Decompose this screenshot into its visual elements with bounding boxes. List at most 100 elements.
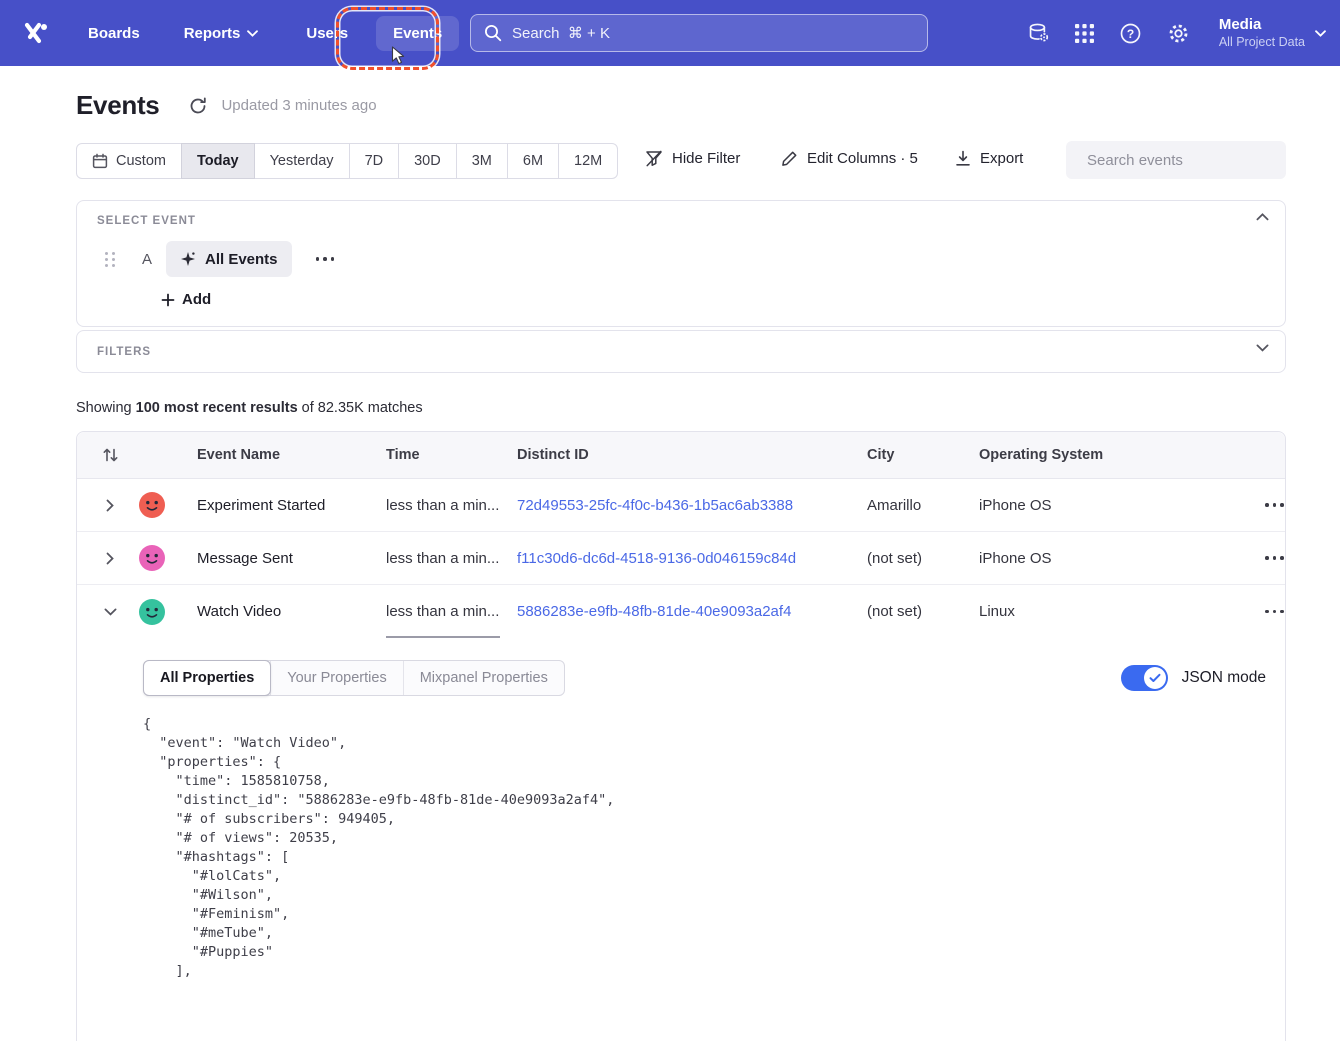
search-events-input[interactable] (1087, 152, 1286, 169)
date-range-6m[interactable]: 6M (507, 143, 559, 179)
col-event-name: Event Name (197, 447, 386, 463)
edit-columns-label: Edit Columns · 5 (807, 150, 918, 167)
date-range-7d[interactable]: 7D (349, 143, 400, 179)
download-icon (955, 150, 971, 167)
event-sparkle-icon (180, 251, 196, 267)
cell-distinct-id-link[interactable]: f11c30d6-dc6d-4518-9136-0d046159c84d (517, 550, 867, 567)
event-json-code: { "event": "Watch Video", "properties": … (143, 715, 1285, 981)
toggle-knob-icon (1144, 667, 1166, 689)
collapse-row-icon[interactable] (104, 608, 117, 616)
date-range-custom[interactable]: Custom (76, 143, 182, 179)
table-row[interactable]: Message Sent less than a min... f11c30d6… (77, 532, 1285, 585)
svg-text:?: ? (1127, 26, 1134, 40)
global-search-input[interactable] (512, 25, 914, 42)
event-avatar (139, 492, 165, 518)
col-distinct-id: Distinct ID (517, 447, 867, 463)
results-count: 100 most recent results (136, 400, 298, 416)
hide-filter-button[interactable]: Hide Filter (645, 150, 740, 167)
cell-time: less than a min... (386, 603, 517, 620)
global-search (470, 14, 928, 52)
row-more-icon[interactable] (1259, 604, 1290, 620)
export-label: Export (980, 150, 1023, 167)
chevron-down-icon (1315, 30, 1326, 37)
expand-section-icon[interactable] (1256, 344, 1269, 352)
cell-event-name: Watch Video (197, 603, 386, 620)
data-management-icon[interactable] (1027, 22, 1050, 45)
collapse-section-icon[interactable] (1256, 213, 1269, 221)
calendar-icon (92, 153, 108, 169)
json-mode-control: JSON mode (1121, 665, 1266, 691)
project-name: Media (1219, 16, 1305, 35)
select-event-label: SELECT EVENT (97, 215, 196, 227)
table-row[interactable]: Experiment Started less than a min... 72… (77, 479, 1285, 532)
mixpanel-logo-icon[interactable] (22, 19, 50, 47)
filters-card: FILTERS (76, 330, 1286, 373)
project-switcher[interactable]: Media All Project Data (1219, 16, 1326, 50)
date-range-group: Custom Today Yesterday 7D 30D 3M 6M 12M (76, 143, 618, 179)
col-os: Operating System (979, 447, 1193, 463)
filter-funnel-icon (645, 150, 663, 167)
pencil-icon (781, 150, 798, 167)
cell-distinct-id-link[interactable]: 72d49553-25fc-4f0c-b436-1b5ac6ab3388 (517, 497, 867, 514)
refresh-icon[interactable] (189, 97, 207, 115)
nav-item-boards[interactable]: Boards (88, 25, 140, 42)
navbar-right: ? Media All Project Data (1027, 0, 1326, 66)
tab-all-properties[interactable]: All Properties (143, 660, 271, 696)
export-button[interactable]: Export (955, 150, 1023, 167)
date-range-12m[interactable]: 12M (558, 143, 618, 179)
help-icon[interactable]: ? (1119, 22, 1142, 45)
date-range-custom-label: Custom (116, 153, 166, 169)
table-row-expanded[interactable]: Watch Video less than a min... 5886283e-… (77, 585, 1285, 638)
date-range-today[interactable]: Today (181, 143, 255, 179)
cell-event-name: Message Sent (197, 550, 386, 567)
tab-your-properties[interactable]: Your Properties (270, 661, 402, 695)
cell-os: Linux (979, 603, 1193, 620)
row-more-icon[interactable] (1259, 497, 1290, 513)
filters-label: FILTERS (97, 346, 151, 358)
updated-timestamp: Updated 3 minutes ago (221, 97, 376, 114)
json-mode-label: JSON mode (1182, 669, 1266, 687)
edit-columns-button[interactable]: Edit Columns · 5 (781, 150, 918, 167)
col-time: Time (386, 447, 517, 463)
cell-event-name: Experiment Started (197, 497, 386, 514)
add-event-button[interactable]: Add (161, 291, 211, 308)
expand-row-icon[interactable] (106, 552, 114, 565)
nav-item-users[interactable]: Users (306, 25, 348, 42)
search-icon (484, 24, 502, 42)
event-avatar (139, 545, 165, 571)
properties-tabs: All Properties Your Properties Mixpanel … (143, 660, 565, 696)
tab-mixpanel-properties[interactable]: Mixpanel Properties (403, 661, 564, 695)
cell-time: less than a min... (386, 497, 517, 514)
date-range-yesterday[interactable]: Yesterday (254, 143, 350, 179)
add-event-label: Add (182, 291, 211, 308)
cell-distinct-id-link[interactable]: 5886283e-e9fb-48fb-81de-40e9093a2af4 (517, 603, 867, 620)
apps-grid-icon[interactable] (1075, 24, 1094, 43)
event-detail-panel: All Properties Your Properties Mixpanel … (77, 638, 1285, 1041)
event-more-icon[interactable] (310, 251, 341, 267)
event-select-chip[interactable]: All Events (166, 241, 292, 277)
cell-time: less than a min... (386, 550, 517, 567)
drag-handle-icon[interactable] (105, 252, 116, 267)
select-event-card: SELECT EVENT A All Events Add (76, 200, 1286, 327)
cell-city: (not set) (867, 603, 979, 620)
event-chip-label: All Events (205, 251, 278, 268)
row-more-icon[interactable] (1259, 550, 1290, 566)
nav-item-reports-label: Reports (184, 25, 241, 42)
events-table: Event Name Time Distinct ID City Operati… (76, 431, 1286, 1041)
chevron-down-icon (247, 30, 258, 37)
date-range-30d[interactable]: 30D (398, 143, 457, 179)
hide-filter-label: Hide Filter (672, 150, 740, 167)
sort-icon[interactable] (102, 447, 119, 463)
date-range-3m[interactable]: 3M (456, 143, 508, 179)
expand-row-icon[interactable] (106, 499, 114, 512)
results-summary: Showing 100 most recent results of 82.35… (76, 400, 423, 416)
nav-item-events[interactable]: Events (376, 16, 459, 51)
settings-gear-icon[interactable] (1167, 22, 1190, 45)
col-city: City (867, 447, 979, 463)
nav-item-reports[interactable]: Reports (184, 25, 259, 42)
page-title: Events (76, 90, 159, 121)
json-mode-toggle[interactable] (1121, 665, 1168, 691)
series-letter: A (142, 251, 154, 268)
table-header-row: Event Name Time Distinct ID City Operati… (77, 432, 1285, 479)
top-navbar: Boards Reports Users Events (0, 0, 1340, 66)
